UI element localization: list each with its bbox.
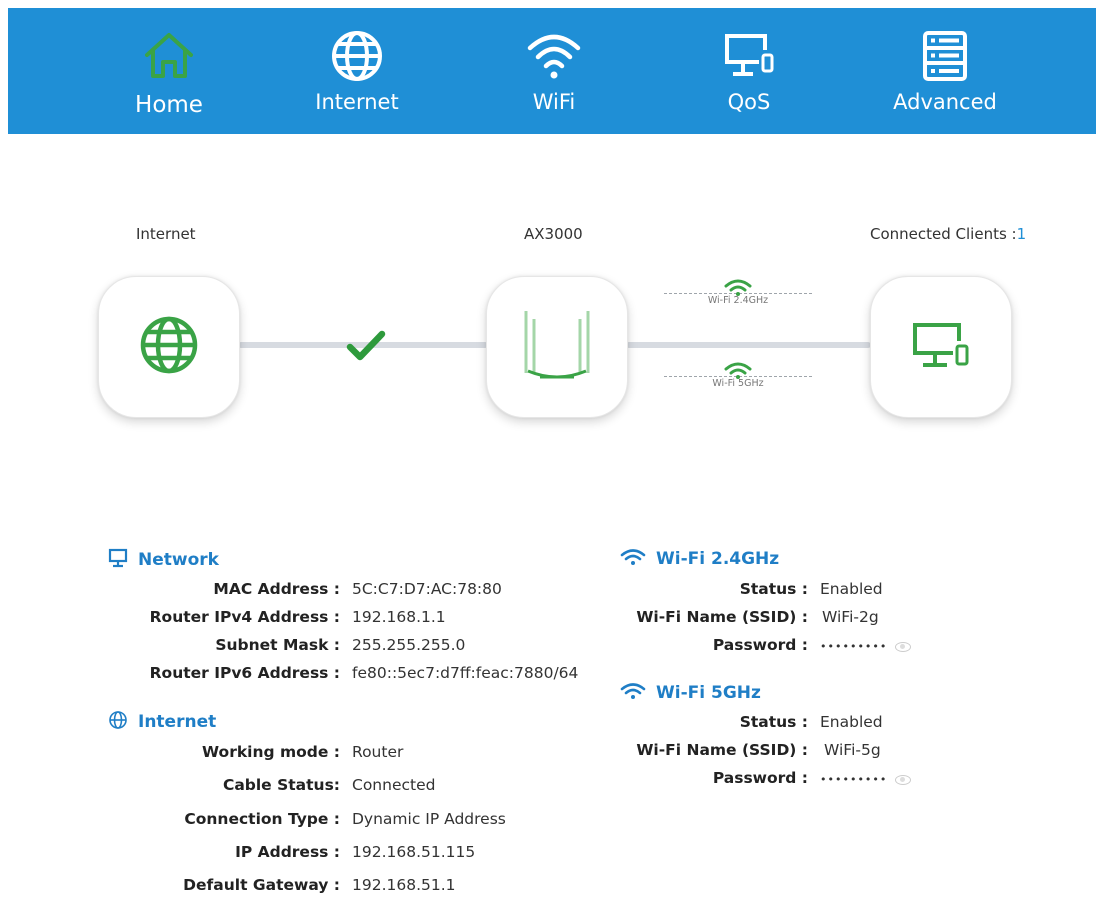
router-ipv4-value: 192.168.1.1 <box>352 608 446 626</box>
nav-internet-label: Internet <box>315 90 399 114</box>
wifi-5-password-value: ••••••••• <box>820 773 912 786</box>
internet-section-header: Internet <box>108 710 216 734</box>
connected-clients-text: Connected Clients : <box>870 225 1017 243</box>
ip-address-value: 192.168.51.115 <box>352 843 476 861</box>
network-ipv6-row: Router IPv6 Address : fe80::5ec7:d7ff:fe… <box>100 664 579 686</box>
nav-home-label: Home <box>135 92 203 118</box>
working-mode-value: Router <box>352 743 404 761</box>
mac-address-key: MAC Address : <box>213 580 340 598</box>
internet-conntype-row: Connection Type : Dynamic IP Address <box>100 810 506 832</box>
wifi-24-section-title: Wi-Fi 2.4GHz <box>656 549 780 569</box>
wifi-5-password-row: Password : ••••••••• <box>600 769 912 791</box>
wifi-24-ssid-row: Wi-Fi Name (SSID) : WiFi-2g <box>600 608 878 630</box>
nav-qos-label: QoS <box>727 90 771 114</box>
network-section-title: Network <box>138 550 219 570</box>
show-password-icon[interactable] <box>895 642 912 652</box>
monitor-icon <box>108 548 128 572</box>
wifi-5-section-header: Wi-Fi 5GHz <box>620 681 761 705</box>
wifi-5-status-row: Status : Enabled <box>600 713 883 735</box>
nav-home[interactable]: Home <box>94 8 244 134</box>
wifi-icon <box>524 28 584 88</box>
wifi-24-band-link: Wi-Fi 2.4GHz <box>664 279 812 319</box>
wifi-5-ssid-key: Wi-Fi Name (SSID) : <box>636 741 808 759</box>
connected-clients-count[interactable]: 1 <box>1017 225 1027 243</box>
working-mode-key: Working mode : <box>202 743 340 761</box>
default-gateway-value: 192.168.51.1 <box>352 876 456 894</box>
wifi-24-status-row: Status : Enabled <box>600 580 883 602</box>
globe-icon <box>138 314 200 380</box>
network-ipv4-row: Router IPv4 Address : 192.168.1.1 <box>100 608 446 630</box>
internet-node-label: Internet <box>136 225 196 243</box>
router-ipv4-key: Router IPv4 Address : <box>149 608 340 626</box>
wifi-24-password-row: Password : ••••••••• <box>600 636 912 658</box>
router-ipv6-key: Router IPv6 Address : <box>149 664 340 682</box>
wifi-5-section-title: Wi-Fi 5GHz <box>656 683 761 703</box>
internet-section-title: Internet <box>138 712 217 732</box>
wifi-24-password-value: ••••••••• <box>820 640 912 653</box>
wifi-24-section-header: Wi-Fi 2.4GHz <box>620 547 779 571</box>
internet-mode-row: Working mode : Router <box>100 743 403 765</box>
subnet-mask-value: 255.255.255.0 <box>352 636 466 654</box>
globe-icon <box>108 710 128 734</box>
ip-address-key: IP Address : <box>235 843 340 861</box>
cable-status-key: Cable Status: <box>222 776 340 794</box>
wifi-5-status-key: Status : <box>739 713 808 731</box>
wifi-5-ssid-row: Wi-Fi Name (SSID) : WiFi-5g <box>600 741 880 763</box>
wifi-24-password-dots: ••••••••• <box>820 640 888 653</box>
cable-status-value: Connected <box>352 776 436 794</box>
check-icon <box>346 330 386 366</box>
router-ipv6-value: fe80::5ec7:d7ff:feac:7880/64 <box>352 664 579 682</box>
top-nav-bar: Home Internet WiFi QoS Advanced <box>8 8 1096 134</box>
subnet-mask-key: Subnet Mask : <box>215 636 340 654</box>
wifi-5-ssid-value: WiFi-5g <box>824 741 881 759</box>
wifi-5-status-value: Enabled <box>820 713 883 731</box>
home-icon <box>139 28 199 88</box>
internet-gateway-row: Default Gateway : 192.168.51.1 <box>100 876 455 898</box>
connection-type-key: Connection Type : <box>184 810 340 828</box>
show-password-icon[interactable] <box>895 775 912 785</box>
wifi-5-password-key: Password : <box>712 769 808 787</box>
globe-icon <box>327 28 387 88</box>
wifi-24-ssid-key: Wi-Fi Name (SSID) : <box>636 608 808 626</box>
router-clients-link <box>626 342 871 348</box>
network-mac-row: MAC Address : 5C:C7:D7:AC:78:80 <box>100 580 501 602</box>
wifi-24-band-label: Wi-Fi 2.4GHz <box>707 295 769 306</box>
default-gateway-key: Default Gateway : <box>183 876 340 894</box>
nav-advanced[interactable]: Advanced <box>870 8 1020 134</box>
router-node[interactable] <box>486 276 628 418</box>
clients-node[interactable] <box>870 276 1012 418</box>
nav-advanced-label: Advanced <box>893 90 997 114</box>
router-node-label: AX3000 <box>524 225 583 243</box>
nav-wifi-label: WiFi <box>532 90 576 114</box>
internet-cable-row: Cable Status: Connected <box>100 776 436 798</box>
wifi-icon <box>620 681 646 705</box>
wifi-24-password-key: Password : <box>712 636 808 654</box>
wifi-5-band-label: Wi-Fi 5GHz <box>712 378 764 389</box>
nav-qos[interactable]: QoS <box>674 8 824 134</box>
wifi-24-status-key: Status : <box>739 580 808 598</box>
wifi-5-password-dots: ••••••••• <box>820 773 888 786</box>
nav-internet[interactable]: Internet <box>282 8 432 134</box>
monitor-phone-icon <box>909 317 973 377</box>
internet-node[interactable] <box>98 276 240 418</box>
mac-address-value: 5C:C7:D7:AC:78:80 <box>352 580 502 598</box>
network-subnet-row: Subnet Mask : 255.255.255.0 <box>100 636 465 658</box>
wifi-icon <box>620 547 646 571</box>
internet-ip-row: IP Address : 192.168.51.115 <box>100 843 475 865</box>
router-icon <box>512 305 602 389</box>
wifi-5-band-link: Wi-Fi 5GHz <box>664 362 812 402</box>
monitor-phone-icon <box>719 28 779 88</box>
wifi-24-status-value: Enabled <box>820 580 883 598</box>
connected-clients-label: Connected Clients :1 <box>870 225 1026 243</box>
nav-wifi[interactable]: WiFi <box>479 8 629 134</box>
connection-type-value: Dynamic IP Address <box>352 810 506 828</box>
list-panel-icon <box>915 28 975 88</box>
network-section-header: Network <box>108 548 219 572</box>
wifi-24-ssid-value: WiFi-2g <box>822 608 879 626</box>
